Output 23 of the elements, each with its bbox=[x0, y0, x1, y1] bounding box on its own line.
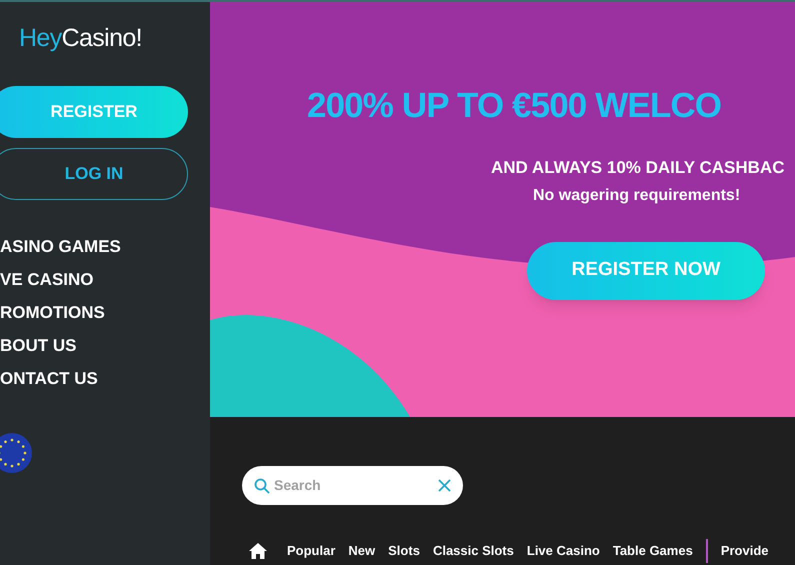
category-tab[interactable]: Classic Slots bbox=[432, 541, 514, 561]
category-tab[interactable]: Live Casino bbox=[526, 541, 600, 561]
logo[interactable]: HeyCasino! bbox=[19, 26, 210, 51]
clear-icon[interactable] bbox=[438, 479, 451, 492]
search-input[interactable]: Search bbox=[274, 475, 434, 496]
menu-item[interactable]: BOUT US bbox=[0, 334, 76, 357]
menu-item[interactable]: ROMOTIONS bbox=[0, 301, 105, 324]
search-field[interactable]: Search bbox=[242, 466, 463, 505]
category-tab[interactable]: New bbox=[348, 541, 376, 561]
category-tab[interactable]: Provide bbox=[720, 541, 768, 561]
hero-note: No wagering requirements! bbox=[533, 186, 740, 206]
menu-item[interactable]: ASINO GAMES bbox=[0, 235, 121, 258]
category-tab[interactable]: Table Games bbox=[612, 541, 693, 561]
category-tab[interactable]: Slots bbox=[388, 541, 420, 561]
hero-subheadline: AND ALWAYS 10% DAILY CASHBAC bbox=[491, 157, 784, 179]
login-button[interactable]: LOG IN bbox=[0, 148, 188, 200]
hero-headline: 200% UP TO €500 WELCO bbox=[307, 88, 722, 123]
search-icon bbox=[254, 478, 270, 494]
home-icon[interactable] bbox=[248, 542, 268, 560]
category-tab[interactable]: Popular bbox=[287, 541, 336, 561]
menu-item[interactable]: ONTACT US bbox=[0, 367, 98, 390]
eu-flag-icon bbox=[0, 432, 33, 474]
menu-item[interactable]: VE CASINO bbox=[0, 268, 94, 291]
